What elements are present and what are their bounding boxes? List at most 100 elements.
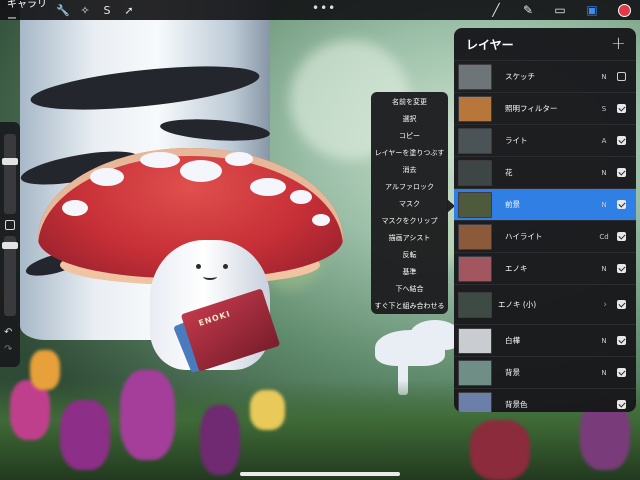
layer-visibility-checkbox[interactable] [617,104,626,113]
context-menu-item[interactable]: アルファロック [371,179,448,196]
context-menu-item[interactable]: 名前を変更 [371,94,448,111]
layer-row[interactable]: ハイライト Cd [454,220,636,252]
layer-name: 前景 [505,200,520,209]
brush-size-slider[interactable] [4,134,16,214]
blend-mode-button[interactable]: N [597,369,611,377]
wrench-icon[interactable]: 🔧 [52,0,74,20]
cap-spot [140,152,180,168]
blend-mode-button[interactable]: N [597,169,611,177]
layer-row[interactable]: 背景 N [454,356,636,388]
transform-arrow-icon[interactable]: ➚ [118,0,140,20]
flower [30,350,60,390]
context-menu-item[interactable]: すぐ下と組み合わせる [371,298,448,315]
top-toolbar: ギャラリー 🔧 ✧ S ➚ ••• ╱ ✎ ▭ ▣ [0,0,640,25]
blend-mode-button[interactable]: A [597,137,611,145]
layer-thumbnail[interactable] [458,191,492,218]
layer-context-menu: 名前を変更 選択 コピー レイヤーを塗りつぶす 消去 アルファロック マスク マスクをクリップ… [371,92,448,314]
layer-row[interactable]: 白樺 N [454,324,636,356]
layer-list: スケッチ N 照明フィルター S ライト A 花 N 前景 N ハイライト Cd エノキ N エノキ (小)… [454,60,636,412]
context-menu-item[interactable]: 反転 [371,247,448,264]
layers-panel: レイヤー + スケッチ N 照明フィルター S ライト A 花 N 前景 N ハイライト Cd エノキ N… [454,28,636,412]
modify-button[interactable] [5,220,15,230]
redo-icon[interactable]: ↷ [4,344,12,355]
layer-row[interactable]: ライト A [454,124,636,156]
eraser-icon[interactable]: ▭ [544,0,576,20]
layer-row[interactable]: 照明フィルター S [454,92,636,124]
layer-thumbnail[interactable] [458,327,492,354]
context-menu-item[interactable]: コピー [371,128,448,145]
blend-mode-button[interactable]: N [597,265,611,273]
current-color-swatch [617,3,631,17]
layer-visibility-checkbox[interactable] [617,72,626,81]
selection-icon[interactable]: S [96,0,118,20]
blend-mode-button[interactable]: S [597,105,611,113]
layer-thumbnail[interactable] [458,159,492,186]
layer-visibility-checkbox[interactable] [617,136,626,145]
layer-row[interactable]: 花N [454,156,636,188]
left-sidebar: ↶ ↷ [0,122,20,367]
layer-name: 花 [505,168,513,177]
layer-group-row[interactable]: エノキ (小) › [454,284,636,324]
magic-wand-icon[interactable]: ✧ [74,0,96,20]
add-layer-icon[interactable]: + [611,35,626,53]
layer-thumbnail[interactable] [458,127,492,154]
layer-row[interactable]: 背景色 [454,388,636,412]
layer-name: 白樺 [505,336,520,345]
layer-name: ハイライト [505,232,543,241]
layer-visibility-checkbox[interactable] [617,336,626,345]
layer-name: 照明フィルター [505,104,558,113]
color-picker-button[interactable] [608,0,640,20]
layer-visibility-checkbox[interactable] [617,264,626,273]
layers-icon[interactable]: ▣ [576,0,608,20]
brush-icon[interactable]: ╱ [480,0,512,20]
gallery-button[interactable]: ギャラリー [0,0,52,25]
context-menu-item[interactable]: レイヤーを塗りつぶす [371,145,448,162]
layer-row[interactable]: エノキ N [454,252,636,284]
context-menu-item[interactable]: マスクをクリップ [371,213,448,230]
cap-spot [250,178,286,196]
layer-thumbnail[interactable] [458,223,492,250]
mushroom-mouth [203,273,217,280]
layer-thumbnail[interactable] [458,291,492,318]
layer-visibility-checkbox[interactable] [617,168,626,177]
layer-thumbnail[interactable] [458,359,492,386]
home-indicator[interactable] [240,472,400,476]
context-menu-item[interactable]: 選択 [371,111,448,128]
layer-name: ライト [505,136,528,145]
layer-visibility-checkbox[interactable] [617,368,626,377]
layer-name: エノキ [505,264,528,273]
layer-visibility-checkbox[interactable] [617,232,626,241]
smudge-icon[interactable]: ✎ [512,0,544,20]
undo-icon[interactable]: ↶ [4,327,12,338]
layer-visibility-checkbox[interactable] [617,400,626,409]
layer-thumbnail[interactable] [458,95,492,122]
layer-thumbnail[interactable] [458,63,492,90]
layer-thumbnail[interactable] [458,391,492,412]
mushroom-eye [223,264,228,269]
context-menu-item[interactable]: 基準 [371,264,448,281]
layer-visibility-checkbox[interactable] [617,200,626,209]
cap-spot [90,168,124,186]
context-menu-item[interactable]: 描画アシスト [371,230,448,247]
flower [120,370,175,460]
opacity-thumb[interactable] [2,242,18,249]
context-menu-item[interactable]: 消去 [371,162,448,179]
cap-spot [62,200,88,216]
brush-size-thumb[interactable] [2,158,18,165]
layer-row[interactable]: 前景 N [454,188,636,220]
layers-panel-title: レイヤー [466,37,514,52]
blend-mode-button[interactable]: Cd [597,233,611,241]
context-menu-item[interactable]: 下へ結合 [371,281,448,298]
blend-mode-button[interactable]: N [597,73,611,81]
layer-thumbnail[interactable] [458,255,492,282]
more-options-icon[interactable]: ••• [312,1,336,15]
layer-row[interactable]: スケッチ N [454,60,636,92]
context-menu-item[interactable]: マスク [371,196,448,213]
group-expand-chevron-icon[interactable]: › [603,300,607,310]
blend-mode-button[interactable]: N [597,201,611,209]
blend-mode-button[interactable]: N [597,337,611,345]
layer-name: 背景 [505,368,520,377]
cap-spot [225,152,253,166]
layer-visibility-checkbox[interactable] [617,300,626,309]
flower [470,420,530,480]
